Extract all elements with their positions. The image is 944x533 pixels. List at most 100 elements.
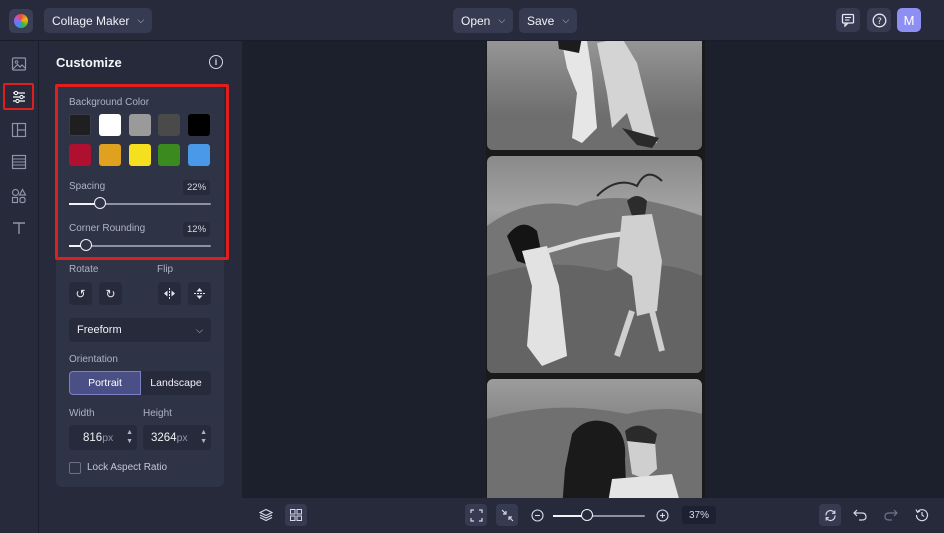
open-label: Open bbox=[461, 13, 491, 28]
layouts-icon[interactable] bbox=[8, 119, 30, 141]
flip-label: Flip bbox=[157, 264, 174, 275]
customize-icon[interactable] bbox=[3, 83, 34, 110]
spacing-label: Spacing bbox=[69, 181, 106, 192]
app-logo[interactable] bbox=[9, 9, 33, 33]
panel-title: Customize bbox=[56, 55, 122, 70]
landscape-button[interactable]: Landscape bbox=[141, 371, 211, 395]
help-icon: ? bbox=[872, 13, 886, 27]
history-button[interactable] bbox=[911, 504, 933, 526]
corner-rounding-label: Corner Rounding bbox=[69, 223, 146, 234]
swatch-orange[interactable] bbox=[99, 144, 121, 166]
swatch-gray[interactable] bbox=[129, 114, 151, 136]
rotate-right-icon: ↻ bbox=[105, 286, 116, 301]
graphics-icon[interactable] bbox=[8, 185, 30, 207]
swatch-yellow[interactable] bbox=[129, 144, 151, 166]
rotate-left-icon: ↺ bbox=[75, 286, 86, 301]
flip-vertical-button[interactable] bbox=[188, 282, 211, 305]
swatch-charcoal[interactable] bbox=[69, 114, 91, 136]
logo-icon bbox=[14, 14, 28, 28]
rotate-label: Rotate bbox=[69, 264, 99, 275]
shrink-button[interactable] bbox=[496, 504, 518, 526]
swatch-white[interactable] bbox=[99, 114, 121, 136]
textures-icon[interactable] bbox=[8, 151, 30, 173]
width-label: Width bbox=[69, 408, 95, 419]
height-stepper[interactable]: ▲ ▼ bbox=[200, 428, 207, 446]
background-color-label: Background Color bbox=[69, 97, 150, 108]
zoom-out-icon bbox=[530, 508, 544, 522]
orientation-label: Orientation bbox=[69, 354, 118, 365]
swatch-green[interactable] bbox=[158, 144, 180, 166]
refresh-button[interactable] bbox=[819, 504, 841, 526]
app-menu-button[interactable]: Collage Maker ⌵ bbox=[44, 8, 153, 33]
zoom-in-button[interactable] bbox=[651, 504, 673, 526]
chevron-down-icon: ⌵ bbox=[498, 15, 506, 25]
collapse-icon bbox=[501, 509, 513, 521]
swatch-red[interactable] bbox=[69, 144, 91, 166]
corner-rounding-value[interactable]: 12% bbox=[183, 222, 211, 237]
collage-canvas bbox=[242, 41, 944, 498]
width-unit: px bbox=[102, 431, 114, 444]
photo-2-image bbox=[487, 173, 702, 373]
chevron-down-icon: ⌵ bbox=[137, 15, 145, 25]
app-menu-label: Collage Maker bbox=[52, 13, 130, 28]
flip-horizontal-button[interactable] bbox=[158, 282, 181, 305]
flip-horizontal-icon bbox=[164, 288, 175, 299]
comment-icon bbox=[841, 13, 855, 27]
shape-select[interactable]: Freeform ⌵ bbox=[69, 318, 211, 342]
comments-button[interactable] bbox=[836, 8, 860, 32]
rotate-left-button[interactable]: ↺ bbox=[69, 282, 92, 305]
open-button[interactable]: Open ⌵ bbox=[453, 8, 514, 33]
width-field[interactable]: 816 px ▲ ▼ bbox=[69, 425, 137, 450]
swatch-dark-gray[interactable] bbox=[158, 114, 180, 136]
save-button[interactable]: Save ⌵ bbox=[519, 8, 578, 33]
flip-vertical-icon bbox=[194, 288, 205, 299]
spacing-value[interactable]: 22% bbox=[183, 180, 211, 195]
zoom-in-icon bbox=[655, 508, 669, 522]
width-stepper[interactable]: ▲ ▼ bbox=[126, 428, 133, 446]
rotate-right-button[interactable]: ↻ bbox=[99, 282, 122, 305]
portrait-button[interactable]: Portrait bbox=[69, 371, 141, 395]
photo-3-image bbox=[487, 407, 702, 498]
lock-aspect-ratio-checkbox[interactable] bbox=[69, 462, 81, 474]
zoom-slider-handle[interactable] bbox=[581, 509, 594, 521]
avatar[interactable]: M bbox=[897, 8, 921, 32]
fit-screen-button[interactable] bbox=[465, 504, 487, 526]
collage-strip[interactable] bbox=[486, 41, 705, 498]
corner-rounding-slider-handle[interactable] bbox=[80, 239, 93, 251]
height-label: Height bbox=[143, 408, 172, 419]
zoom-out-button[interactable] bbox=[526, 504, 548, 526]
collage-photo-2[interactable] bbox=[487, 156, 702, 373]
grid-button[interactable] bbox=[285, 504, 307, 526]
redo-button[interactable] bbox=[880, 504, 902, 526]
layers-icon bbox=[259, 508, 273, 522]
zoom-value[interactable]: 37% bbox=[682, 506, 716, 524]
bottom-toolbar: 37% bbox=[242, 498, 944, 533]
width-value: 816 bbox=[83, 431, 103, 444]
collage-photo-3[interactable] bbox=[487, 379, 702, 498]
text-icon[interactable] bbox=[8, 217, 30, 239]
height-unit: px bbox=[176, 431, 188, 444]
layers-button[interactable] bbox=[255, 504, 277, 526]
undo-icon bbox=[853, 509, 867, 521]
shape-select-value: Freeform bbox=[77, 324, 122, 336]
tool-rail bbox=[0, 41, 39, 533]
grid-icon bbox=[290, 509, 302, 521]
undo-button[interactable] bbox=[849, 504, 871, 526]
swatch-black[interactable] bbox=[188, 114, 210, 136]
redo-icon bbox=[884, 509, 898, 521]
top-bar: Collage Maker ⌵ Open ⌵ Save ⌵ ? M bbox=[0, 0, 944, 41]
lock-aspect-ratio-label: Lock Aspect Ratio bbox=[87, 462, 168, 473]
help-button[interactable]: ? bbox=[867, 8, 891, 32]
height-field[interactable]: 3264 px ▲ ▼ bbox=[143, 425, 211, 450]
chevron-down-icon: ⌵ bbox=[562, 15, 570, 25]
collage-photo-1[interactable] bbox=[487, 41, 702, 150]
info-icon[interactable]: i bbox=[209, 55, 223, 69]
height-value: 3264 bbox=[151, 431, 177, 444]
expand-icon bbox=[469, 508, 483, 522]
refresh-icon bbox=[824, 509, 836, 521]
history-icon bbox=[915, 509, 929, 522]
svg-text:?: ? bbox=[877, 17, 882, 27]
photo-1-image bbox=[487, 41, 702, 150]
images-icon[interactable] bbox=[8, 53, 30, 75]
swatch-blue[interactable] bbox=[188, 144, 210, 166]
